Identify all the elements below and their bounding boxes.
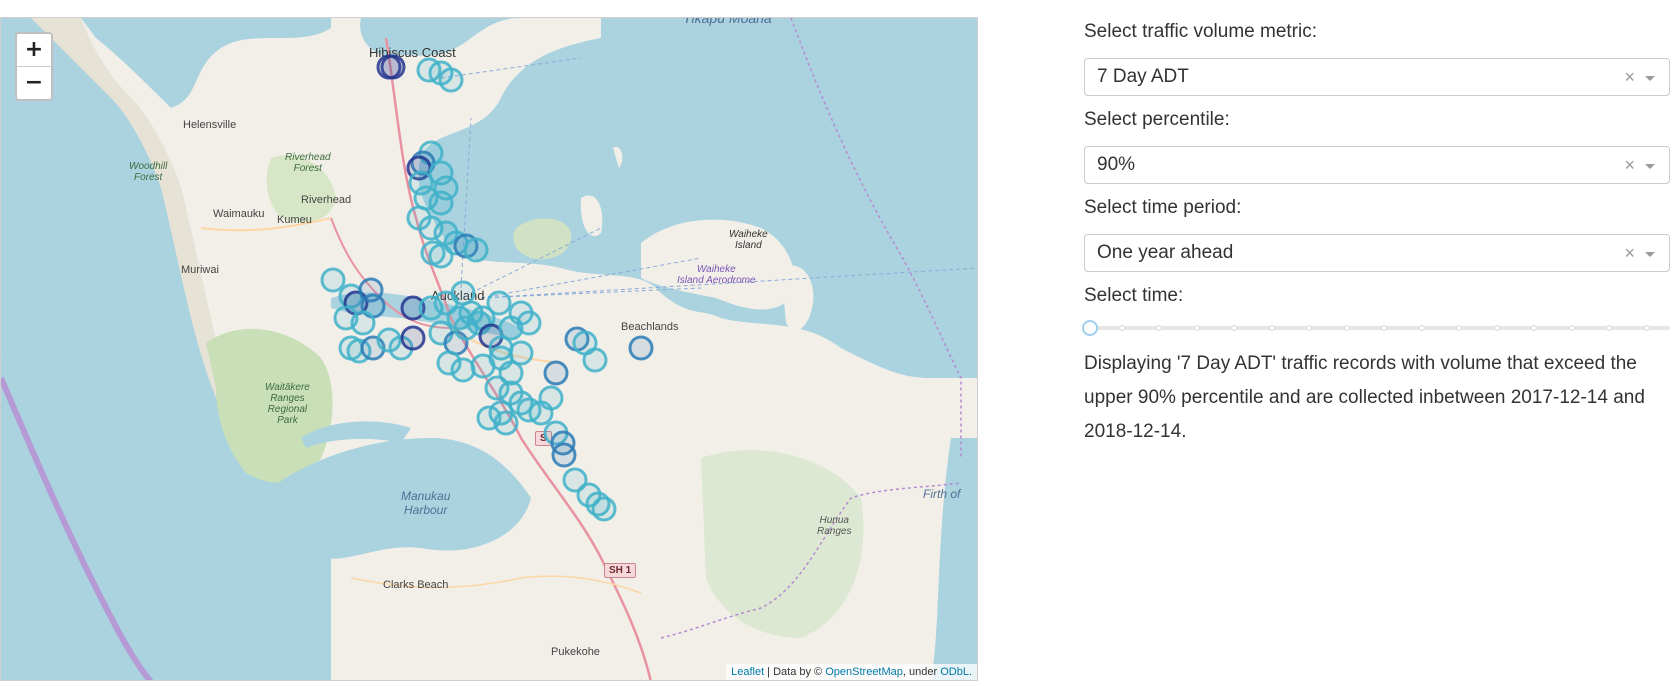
traffic-marker[interactable] (516, 310, 542, 336)
traffic-marker[interactable] (628, 335, 654, 361)
time-slider-tick (1456, 325, 1462, 331)
leaflet-link[interactable]: Leaflet (731, 666, 764, 678)
time-slider-tick (1268, 325, 1275, 331)
period-selected-value: One year ahead (1097, 242, 1234, 263)
attribution-text: , under (902, 666, 941, 678)
period-label: Select time period: (1084, 197, 1242, 218)
time-slider-tick (1118, 325, 1125, 331)
percentile-dropdown-arrow-icon[interactable] (1645, 164, 1655, 169)
traffic-marker[interactable] (543, 360, 569, 386)
traffic-marker[interactable] (486, 290, 512, 316)
odbl-link[interactable]: ODbL. (940, 666, 972, 678)
time-slider-tick (1343, 325, 1350, 331)
osm-link[interactable]: OpenStreetMap (825, 666, 903, 678)
period-clear-icon[interactable]: × (1624, 235, 1635, 271)
zoom-out-button[interactable]: − (17, 66, 51, 99)
period-dropdown-arrow-icon[interactable] (1645, 252, 1655, 257)
metric-label: Select traffic volume metric: (1084, 21, 1318, 42)
traffic-marker[interactable] (428, 190, 454, 216)
traffic-marker[interactable] (582, 347, 608, 373)
traffic-marker[interactable] (320, 267, 346, 293)
time-slider-tick (1418, 325, 1425, 331)
metric-clear-icon[interactable]: × (1624, 59, 1635, 95)
traffic-marker[interactable] (350, 310, 376, 336)
metric-dropdown-arrow-icon[interactable] (1645, 76, 1655, 81)
time-slider-tick (1568, 325, 1575, 331)
traffic-map[interactable]: Hibiscus Coast Tīkapu Moana Helensville … (0, 17, 978, 681)
time-slider-tick (1193, 325, 1200, 331)
time-label: Select time: (1084, 285, 1184, 306)
traffic-markers-layer (320, 54, 654, 522)
traffic-marker[interactable] (551, 442, 577, 468)
time-slider-tick (1231, 325, 1237, 331)
percentile-selected-value: 90% (1097, 154, 1136, 175)
traffic-marker[interactable] (400, 325, 426, 351)
traffic-marker[interactable] (450, 357, 476, 383)
time-slider-handle[interactable] (1082, 320, 1098, 336)
time-slider-tick (1381, 325, 1387, 331)
time-slider-tick (1531, 325, 1537, 331)
time-slider-tick (1306, 325, 1312, 331)
period-select[interactable]: One year ahead × (1084, 234, 1670, 272)
map-attribution: Leaflet | Data by © OpenStreetMap, under… (726, 664, 977, 680)
metric-select[interactable]: 7 Day ADT × (1084, 58, 1670, 96)
control-panel: Select traffic volume metric: 7 Day ADT … (1082, 18, 1670, 449)
traffic-marker[interactable] (508, 340, 534, 366)
traffic-marker[interactable] (438, 67, 464, 93)
traffic-marker[interactable] (463, 237, 489, 263)
time-slider-tick (1606, 325, 1612, 331)
time-slider-track[interactable] (1084, 326, 1670, 330)
time-slider[interactable] (1082, 316, 1670, 340)
traffic-marker[interactable] (428, 243, 454, 269)
traffic-marker[interactable] (528, 400, 554, 426)
time-slider-tick (1156, 325, 1162, 331)
traffic-marker[interactable] (380, 54, 406, 80)
time-slider-tick (1493, 325, 1500, 331)
zoom-control: + − (15, 32, 53, 101)
zoom-in-button[interactable]: + (17, 34, 51, 66)
metric-selected-value: 7 Day ADT (1097, 66, 1189, 87)
attribution-text: | Data by © (764, 666, 826, 678)
traffic-marker[interactable] (591, 496, 617, 522)
percentile-clear-icon[interactable]: × (1624, 147, 1635, 183)
description-text: Displaying '7 Day ADT' traffic records w… (1084, 353, 1645, 442)
percentile-select[interactable]: 90% × (1084, 146, 1670, 184)
time-slider-tick (1643, 325, 1650, 331)
traffic-marker[interactable] (493, 410, 519, 436)
percentile-label: Select percentile: (1084, 109, 1230, 130)
